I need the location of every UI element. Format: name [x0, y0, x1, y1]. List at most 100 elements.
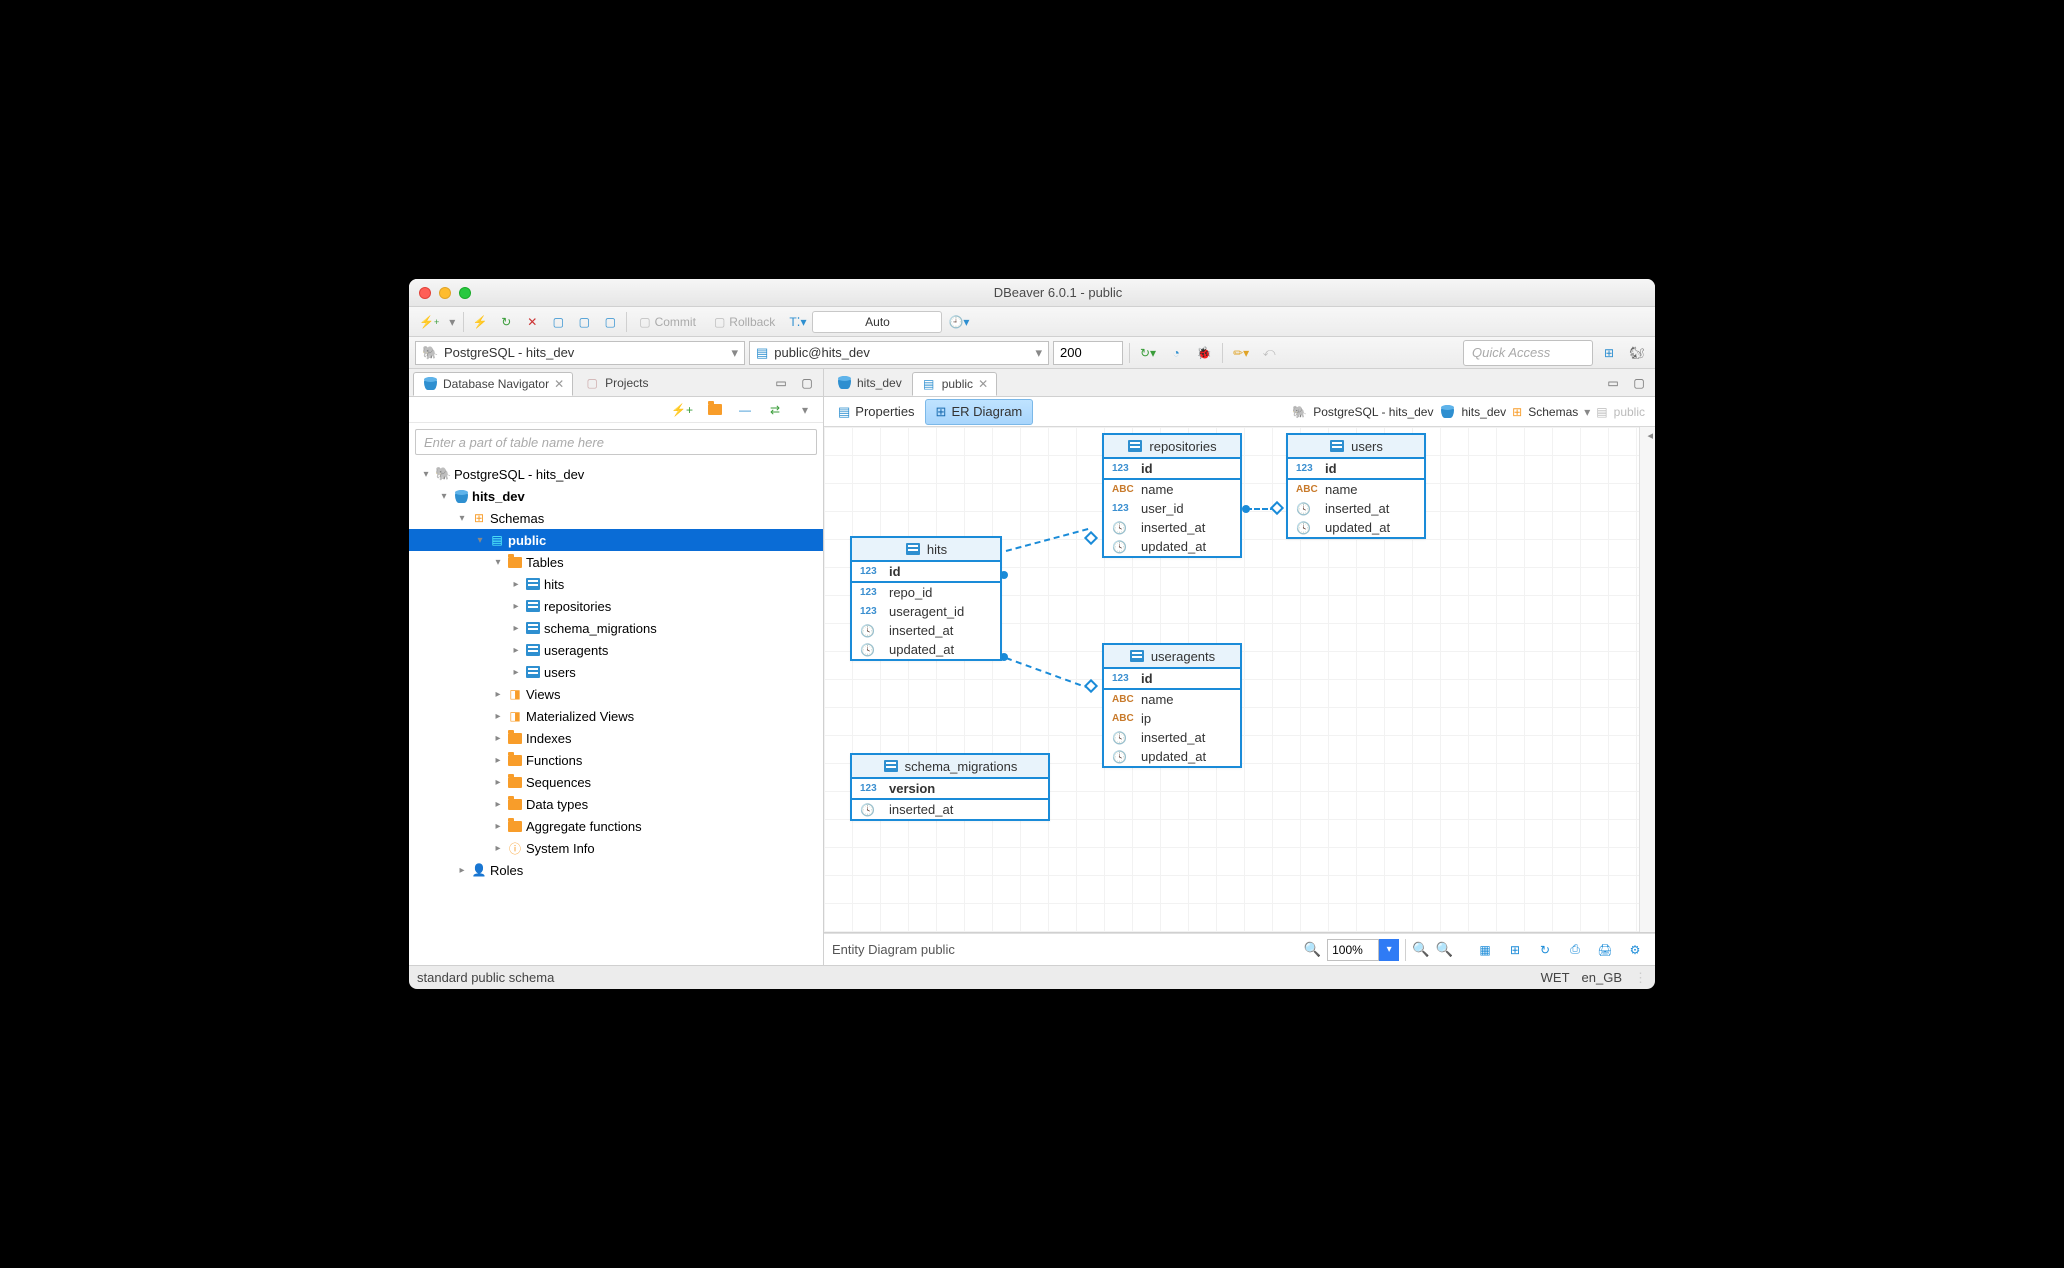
tree-row[interactable]: ▸◨Materialized Views: [409, 705, 823, 727]
tree-row[interactable]: ▸useragents: [409, 639, 823, 661]
er-canvas[interactable]: hits123id123repo_id123useragent_id🕓inser…: [824, 427, 1655, 933]
close-tab-icon[interactable]: ✕: [978, 377, 988, 391]
entity-column[interactable]: ABCname: [1104, 480, 1240, 499]
disclosure-icon[interactable]: ▸: [492, 689, 504, 700]
zoom-dropdown[interactable]: ▾: [1379, 939, 1399, 961]
close-icon[interactable]: [419, 287, 431, 299]
breadcrumb-schema[interactable]: public: [1614, 405, 1645, 419]
tree-row[interactable]: ▸ⓘSystem Info: [409, 837, 823, 859]
rollback-button[interactable]: ▢Rollback: [706, 311, 783, 333]
entity-column[interactable]: 123id: [1104, 669, 1240, 690]
plug-icon[interactable]: ⚡: [468, 311, 492, 333]
entity-column[interactable]: 🕓inserted_at: [1288, 499, 1424, 518]
zoom-in-icon[interactable]: 🔍: [1412, 941, 1429, 958]
sql-editor-icon[interactable]: ▢: [546, 311, 570, 333]
tree-row[interactable]: ▸Data types: [409, 793, 823, 815]
entity-header[interactable]: repositories: [1104, 435, 1240, 459]
disconnect-icon[interactable]: ✕: [520, 311, 544, 333]
tree-row[interactable]: ▾Tables: [409, 551, 823, 573]
minimize-editor-icon[interactable]: ▭: [1601, 372, 1625, 394]
entity-useragents[interactable]: useragents123idABCnameABCip🕓inserted_at🕓…: [1102, 643, 1242, 768]
tree-row[interactable]: ▸repositories: [409, 595, 823, 617]
tree-row[interactable]: ▸hits: [409, 573, 823, 595]
maximize-editor-icon[interactable]: ▢: [1627, 372, 1651, 394]
entity-column[interactable]: ABCname: [1288, 480, 1424, 499]
entity-column[interactable]: 🕓inserted_at: [852, 621, 1000, 640]
entity-column[interactable]: 🕓inserted_at: [1104, 728, 1240, 747]
disclosure-icon[interactable]: ▸: [492, 799, 504, 810]
tree-row[interactable]: ▸👤Roles: [409, 859, 823, 881]
disclosure-icon[interactable]: ▾: [474, 535, 486, 546]
breadcrumb-db[interactable]: hits_dev: [1461, 405, 1506, 419]
disclosure-icon[interactable]: ▸: [492, 777, 504, 788]
disclosure-icon[interactable]: ▸: [492, 821, 504, 832]
dashboard-icon[interactable]: ◔: [1164, 342, 1188, 364]
minimize-view-icon[interactable]: ▭: [769, 372, 793, 394]
layout-icon[interactable]: ▦: [1473, 939, 1497, 961]
disclosure-icon[interactable]: ▾: [456, 513, 468, 524]
entity-column[interactable]: 🕓updated_at: [1104, 747, 1240, 766]
tree-row[interactable]: ▾hits_dev: [409, 485, 823, 507]
entity-users[interactable]: users123idABCname🕓inserted_at🕓updated_at: [1286, 433, 1426, 539]
disclosure-icon[interactable]: ▸: [492, 755, 504, 766]
dbeaver-icon[interactable]: 🐿: [1625, 342, 1649, 364]
entity-column[interactable]: 🕓updated_at: [1104, 537, 1240, 556]
entity-header[interactable]: hits: [852, 538, 1000, 562]
disclosure-icon[interactable]: ▸: [492, 711, 504, 722]
entity-column[interactable]: ABCip: [1104, 709, 1240, 728]
close-tab-icon[interactable]: ✕: [554, 377, 564, 391]
entity-header[interactable]: users: [1288, 435, 1424, 459]
chevron-down-icon[interactable]: ▾: [445, 311, 459, 333]
new-folder-icon[interactable]: [703, 399, 727, 421]
tree-row[interactable]: ▾🐘PostgreSQL - hits_dev: [409, 463, 823, 485]
tree-row[interactable]: ▸users: [409, 661, 823, 683]
tab-public[interactable]: ▤ public ✕: [912, 372, 997, 396]
highlight-icon[interactable]: ✏▾: [1229, 342, 1253, 364]
entity-column[interactable]: 123id: [852, 562, 1000, 583]
tree-row[interactable]: ▸Functions: [409, 749, 823, 771]
entity-column[interactable]: 123version: [852, 779, 1048, 800]
refresh-diagram-icon[interactable]: ↻: [1533, 939, 1557, 961]
entity-header[interactable]: useragents: [1104, 645, 1240, 669]
tree-row[interactable]: ▸◨Views: [409, 683, 823, 705]
entity-column[interactable]: 🕓updated_at: [1288, 518, 1424, 537]
view-menu-icon[interactable]: ▾: [793, 399, 817, 421]
disclosure-icon[interactable]: ▾: [420, 469, 432, 480]
maximize-view-icon[interactable]: ▢: [795, 372, 819, 394]
grid-icon[interactable]: ⊞: [1503, 939, 1527, 961]
disclosure-icon[interactable]: ▸: [492, 843, 504, 854]
zoom-out-icon[interactable]: 🔍: [1436, 941, 1453, 958]
perspective-icon[interactable]: ⊞: [1597, 342, 1621, 364]
tree-row[interactable]: ▾▤public: [409, 529, 823, 551]
disclosure-icon[interactable]: ▸: [456, 865, 468, 876]
tab-projects[interactable]: ▢ Projects: [575, 371, 657, 395]
entity-column[interactable]: 123useragent_id: [852, 602, 1000, 621]
disclosure-icon[interactable]: ▸: [510, 623, 522, 634]
commit-mode-select[interactable]: Auto: [812, 311, 942, 333]
tab-database-navigator[interactable]: Database Navigator ✕: [413, 372, 573, 396]
entity-column[interactable]: 123id: [1288, 459, 1424, 480]
minimize-icon[interactable]: [439, 287, 451, 299]
settings-icon[interactable]: ⚙: [1623, 939, 1647, 961]
entity-column[interactable]: 123user_id: [1104, 499, 1240, 518]
entity-column[interactable]: 🕓inserted_at: [1104, 518, 1240, 537]
tx-config-icon[interactable]: T⁚▾: [785, 311, 810, 333]
search-icon[interactable]: 🔍: [1304, 941, 1321, 958]
entity-column[interactable]: 🕓updated_at: [852, 640, 1000, 659]
sql-new-icon[interactable]: ▢: [572, 311, 596, 333]
export-image-icon[interactable]: ⎙: [1563, 939, 1587, 961]
sql-open-icon[interactable]: ▢: [598, 311, 622, 333]
disclosure-icon[interactable]: ▾: [492, 557, 504, 568]
zoom-input[interactable]: [1327, 939, 1379, 961]
disclosure-icon[interactable]: ▸: [510, 601, 522, 612]
new-connection-icon[interactable]: ⚡+: [667, 399, 697, 421]
collapse-icon[interactable]: —: [733, 399, 757, 421]
subtab-properties[interactable]: ▤ Properties: [828, 399, 925, 425]
refresh-connection-icon[interactable]: ↻: [494, 311, 518, 333]
tree-row[interactable]: ▸schema_migrations: [409, 617, 823, 639]
filter-input[interactable]: [415, 429, 817, 455]
entity-column[interactable]: ABCname: [1104, 690, 1240, 709]
pending-jobs-icon[interactable]: ↻▾: [1136, 342, 1160, 364]
entity-hits[interactable]: hits123id123repo_id123useragent_id🕓inser…: [850, 536, 1002, 661]
plug-connect-icon[interactable]: ⚡+: [415, 311, 443, 333]
